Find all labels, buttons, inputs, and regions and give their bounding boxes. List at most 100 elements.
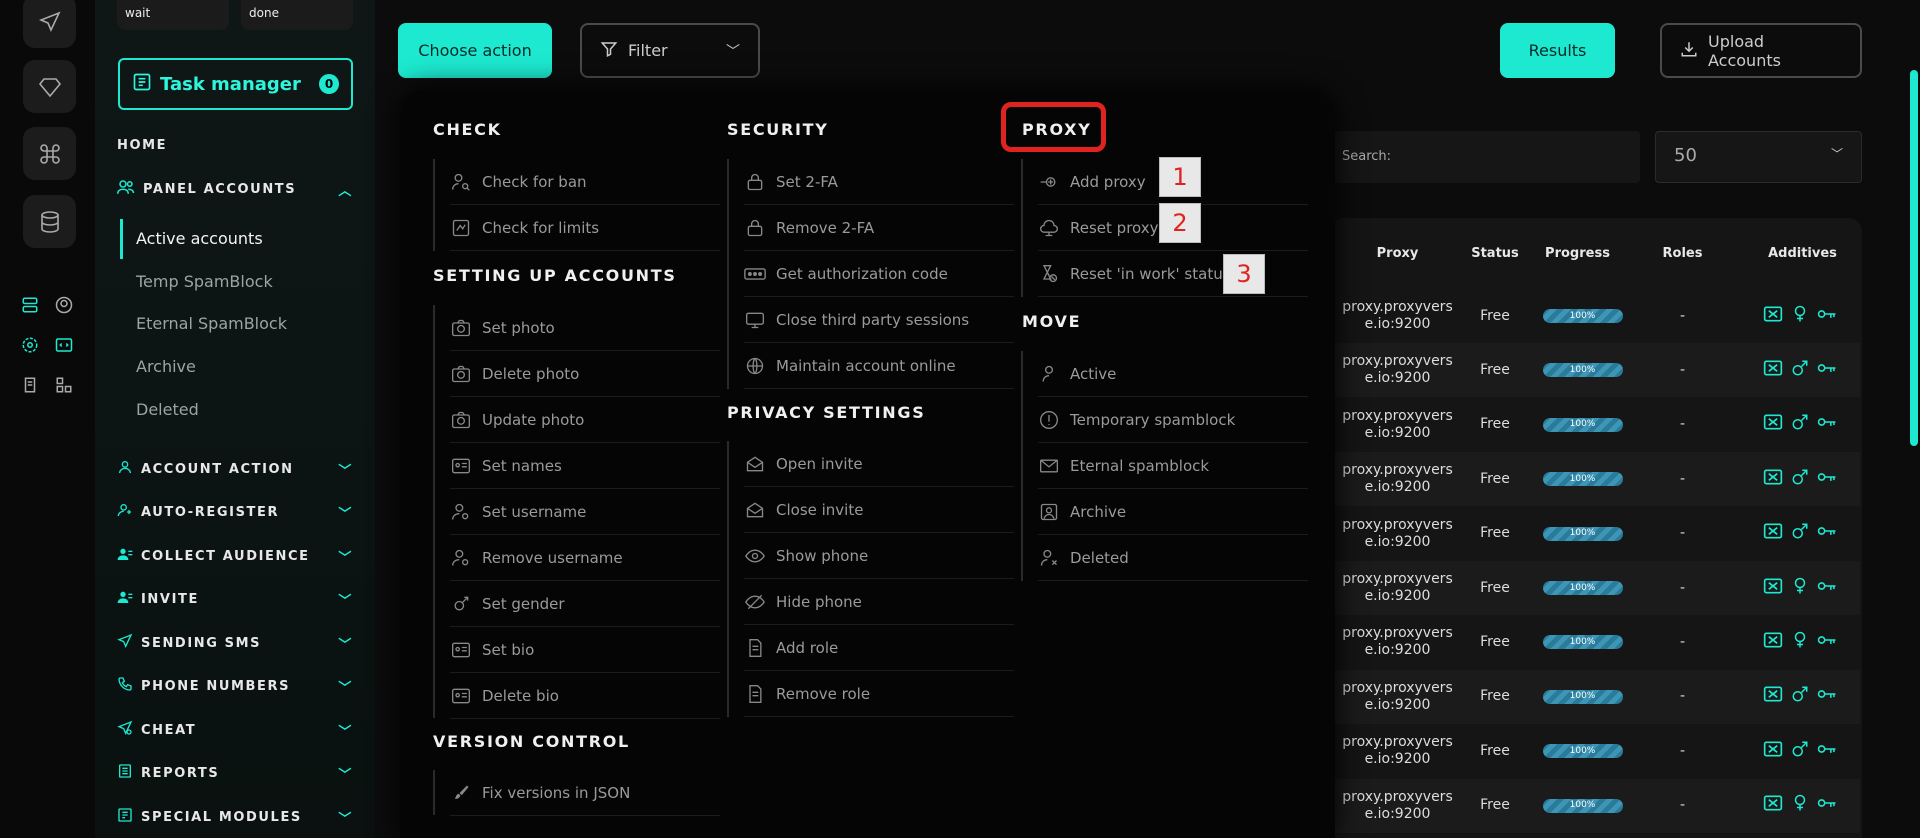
nav-sending-sms[interactable]: SENDING SMS ﹀ bbox=[117, 633, 353, 653]
key-icon[interactable] bbox=[1817, 415, 1837, 434]
menu-remove-role[interactable]: Remove role bbox=[744, 671, 1014, 717]
table-row[interactable]: proxy.proxyvers e.io:9200 Free 100% - bbox=[1335, 615, 1860, 669]
female-icon[interactable] bbox=[1791, 793, 1809, 818]
nav-collect-audience[interactable]: COLLECT AUDIENCE ﹀ bbox=[117, 546, 353, 566]
col-status[interactable]: Status bbox=[1465, 246, 1525, 261]
task-manager-button[interactable]: Task manager 0 bbox=[118, 58, 353, 110]
mail-x-icon[interactable] bbox=[1763, 359, 1783, 382]
user-pin-icon[interactable] bbox=[53, 294, 75, 316]
key-icon[interactable] bbox=[1817, 633, 1837, 652]
nav-special-modules[interactable]: SPECIAL MODULES ﹀ bbox=[117, 807, 353, 827]
key-icon[interactable] bbox=[1817, 307, 1837, 326]
mail-x-icon[interactable] bbox=[1763, 794, 1783, 817]
nav-auto-register[interactable]: AUTO-REGISTER ﹀ bbox=[117, 502, 353, 522]
col-progress[interactable]: Progress bbox=[1535, 246, 1620, 261]
mail-x-icon[interactable] bbox=[1763, 577, 1783, 600]
menu-temporary-spamblock[interactable]: Temporary spamblock bbox=[1038, 397, 1308, 443]
col-proxy[interactable]: Proxy bbox=[1345, 246, 1450, 261]
mail-x-icon[interactable] bbox=[1763, 522, 1783, 545]
menu-set-username[interactable]: Set username bbox=[450, 489, 720, 535]
sub-item-active-accounts[interactable]: Active accounts bbox=[136, 229, 263, 248]
mail-x-icon[interactable] bbox=[1763, 740, 1783, 763]
page-scrollbar[interactable] bbox=[1910, 70, 1918, 446]
female-icon[interactable] bbox=[1791, 630, 1809, 655]
send-icon[interactable] bbox=[23, 0, 76, 48]
menu-hide-phone[interactable]: Hide phone bbox=[744, 579, 1014, 625]
command-icon[interactable] bbox=[23, 127, 76, 180]
table-row[interactable]: proxy.proxyvers e.io:9200 Free 100% - bbox=[1335, 724, 1860, 778]
menu-update-photo[interactable]: Update photo bbox=[450, 397, 720, 443]
table-row[interactable]: proxy.proxyvers e.io:9200 Free 100% - bbox=[1335, 289, 1860, 343]
menu-show-phone[interactable]: Show phone bbox=[744, 533, 1014, 579]
key-icon[interactable] bbox=[1817, 796, 1837, 815]
results-button[interactable]: Results bbox=[1500, 23, 1615, 78]
nav-panel-accounts[interactable]: PANEL ACCOUNTS ︿ bbox=[117, 179, 353, 199]
table-row[interactable]: proxy.proxyvers e.io:9200 Free 100% - bbox=[1335, 669, 1860, 724]
menu-remove-username[interactable]: Remove username bbox=[450, 535, 720, 581]
key-icon[interactable] bbox=[1817, 361, 1837, 380]
key-icon[interactable] bbox=[1817, 579, 1837, 598]
key-icon[interactable] bbox=[1817, 524, 1837, 543]
menu-maintain-account-online[interactable]: Maintain account online bbox=[744, 343, 1014, 389]
menu-delete-photo[interactable]: Delete photo bbox=[450, 351, 720, 397]
menu-set-gender[interactable]: Set gender bbox=[450, 581, 720, 627]
menu-set-bio[interactable]: Set bio bbox=[450, 627, 720, 673]
sub-item-eternal-spamblock[interactable]: Eternal SpamBlock bbox=[136, 314, 287, 333]
sub-item-deleted[interactable]: Deleted bbox=[136, 400, 199, 419]
mail-x-icon[interactable] bbox=[1763, 631, 1783, 654]
task-list-icon[interactable] bbox=[19, 374, 41, 396]
mail-x-icon[interactable] bbox=[1763, 468, 1783, 491]
table-row[interactable]: proxy.proxyvers e.io:9200 Free 100% - bbox=[1335, 452, 1860, 507]
menu-add-role[interactable]: Add role bbox=[744, 625, 1014, 671]
database-icon[interactable] bbox=[23, 195, 76, 248]
menu-remove-2-fa[interactable]: Remove 2-FA bbox=[744, 205, 1014, 251]
code-window-icon[interactable] bbox=[53, 334, 75, 356]
table-row[interactable]: proxy.proxyvers e.io:9200 Free 100% - bbox=[1335, 343, 1860, 398]
diamond-icon[interactable] bbox=[23, 60, 76, 113]
male-icon[interactable] bbox=[1791, 684, 1809, 709]
nav-home[interactable]: HOME bbox=[117, 138, 353, 153]
sub-item-archive[interactable]: Archive bbox=[136, 357, 196, 376]
menu-fix-versions[interactable]: Fix versions in JSON bbox=[450, 770, 720, 816]
menu-check-for-limits[interactable]: Check for limits bbox=[450, 205, 720, 251]
table-row[interactable]: proxy.proxyvers e.io:9200 Free 100% - bbox=[1335, 778, 1860, 833]
sub-item-temp-spamblock[interactable]: Temp SpamBlock bbox=[136, 272, 273, 291]
menu-check-for-ban[interactable]: Check for ban bbox=[450, 159, 720, 205]
menu-reset-in-work-status[interactable]: Reset 'in work' status bbox=[1038, 251, 1308, 297]
menu-deleted[interactable]: Deleted bbox=[1038, 535, 1308, 581]
key-icon[interactable] bbox=[1817, 470, 1837, 489]
col-additives[interactable]: Additives bbox=[1760, 246, 1845, 261]
menu-open-invite[interactable]: Open invite bbox=[744, 441, 1014, 487]
filter-button[interactable]: Filter ﹀ bbox=[580, 23, 760, 78]
nav-cheat[interactable]: CHEAT ﹀ bbox=[117, 720, 353, 740]
grid-icon[interactable] bbox=[53, 374, 75, 396]
female-icon[interactable] bbox=[1791, 304, 1809, 329]
menu-close-invite[interactable]: Close invite bbox=[744, 487, 1014, 533]
col-roles[interactable]: Roles bbox=[1655, 246, 1710, 261]
mail-x-icon[interactable] bbox=[1763, 685, 1783, 708]
table-row[interactable]: proxy.proxyvers e.io:9200 Free 100% - bbox=[1335, 507, 1860, 561]
key-icon[interactable] bbox=[1817, 742, 1837, 761]
nav-phone-numbers[interactable]: PHONE NUMBERS ﹀ bbox=[117, 676, 353, 696]
menu-set-photo[interactable]: Set photo bbox=[450, 305, 720, 351]
choose-action-button[interactable]: Choose action bbox=[398, 23, 552, 78]
male-icon[interactable] bbox=[1791, 739, 1809, 764]
nav-account-action[interactable]: ACCOUNT ACTION ﹀ bbox=[117, 459, 353, 479]
key-icon[interactable] bbox=[1817, 687, 1837, 706]
nav-invite[interactable]: INVITE ﹀ bbox=[117, 589, 353, 609]
menu-set-2-fa[interactable]: Set 2-FA bbox=[744, 159, 1014, 205]
server-icon[interactable] bbox=[19, 294, 41, 316]
table-row[interactable]: proxy.proxyvers e.io:9200 Free 100% - bbox=[1335, 398, 1860, 452]
female-icon[interactable] bbox=[1791, 576, 1809, 601]
nav-reports[interactable]: REPORTS ﹀ bbox=[117, 763, 353, 783]
male-icon[interactable] bbox=[1791, 412, 1809, 437]
menu-close-third-party-sessions[interactable]: Close third party sessions bbox=[744, 297, 1014, 343]
gear-icon[interactable] bbox=[19, 334, 41, 356]
menu-archive[interactable]: Archive bbox=[1038, 489, 1308, 535]
table-row[interactable]: proxy.proxyvers e.io:9200 Free 100% - bbox=[1335, 561, 1860, 615]
menu-delete-bio[interactable]: Delete bio bbox=[450, 673, 720, 719]
menu-active[interactable]: Active bbox=[1038, 351, 1308, 397]
male-icon[interactable] bbox=[1791, 358, 1809, 383]
menu-get-authorization-code[interactable]: Get authorization code bbox=[744, 251, 1014, 297]
male-icon[interactable] bbox=[1791, 467, 1809, 492]
